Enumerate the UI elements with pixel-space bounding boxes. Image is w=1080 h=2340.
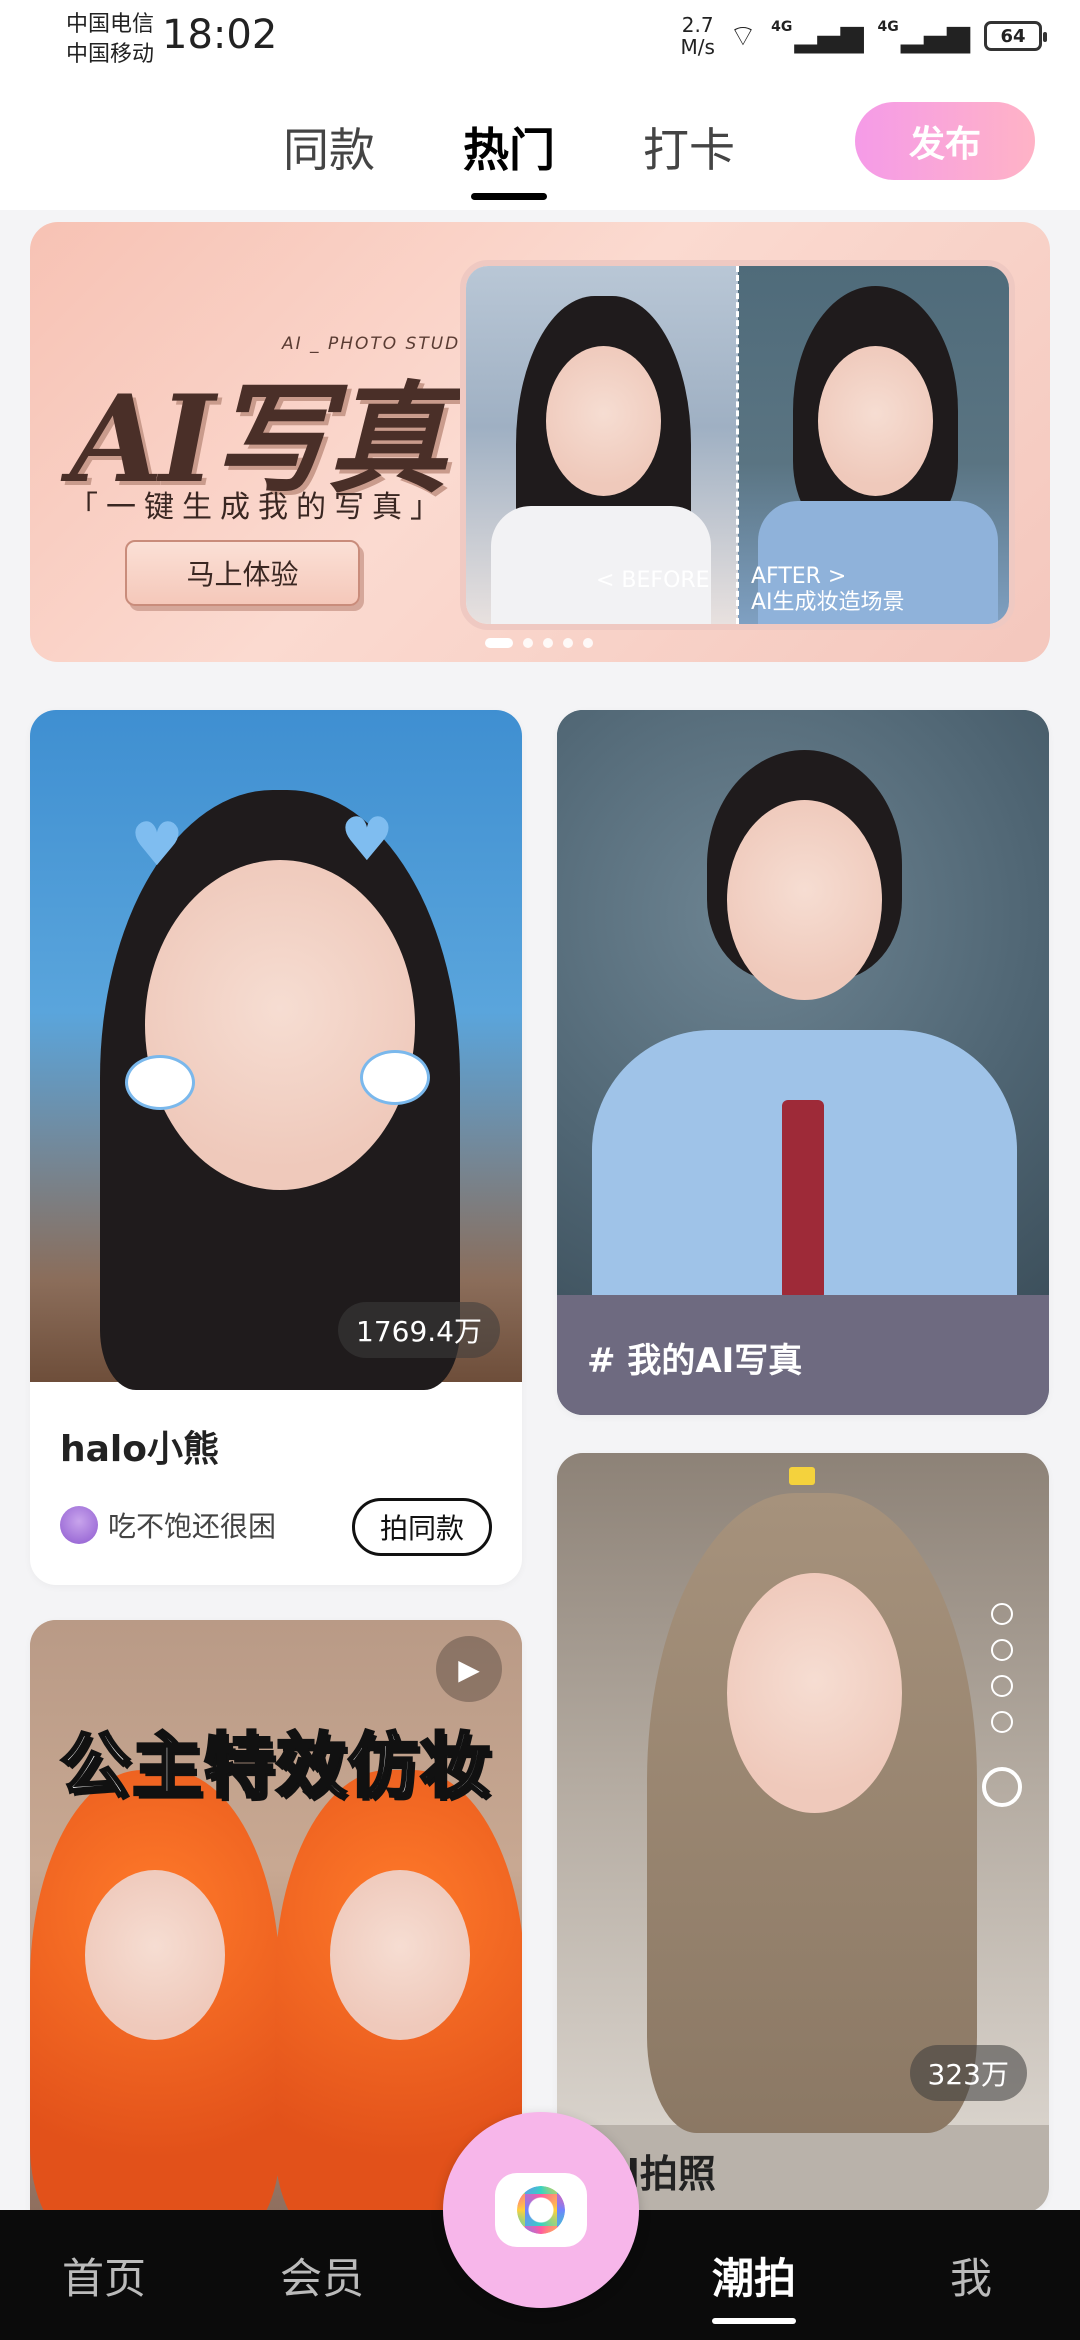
bear-sticker-icon (125, 1055, 195, 1110)
signal-icon: ▂▄▆ (794, 18, 864, 54)
author-name: 吃不饱还很困 (108, 1510, 277, 1543)
hashtag-bar[interactable]: # 我的AI写真 (557, 1295, 1049, 1415)
shoot-same-button[interactable]: 拍同款 (352, 1498, 492, 1556)
avatar (60, 1506, 98, 1544)
signal-icon: ▂▄▆ (900, 18, 970, 54)
wifi-icon: ⌔ (728, 19, 758, 54)
feed-card[interactable]: # 我的AI写真 (557, 710, 1049, 1415)
tab-popular[interactable]: 热门 (463, 114, 555, 200)
publish-button[interactable]: 发布 (855, 102, 1035, 180)
feed-scroll-area[interactable]: AI _ PHOTO STUDIO AI写真 「一键生成我的写真」 马上体验 <… (0, 210, 1080, 2210)
tab-same-style[interactable]: 同款 (283, 114, 375, 180)
carrier-info: 中国电信 中国移动 (66, 10, 154, 70)
status-bar: 中国电信 中国移动 18:02 2.7 M/s ⌔ 4G ▂▄▆ 4G ▂▄▆ … (0, 0, 1080, 80)
view-count-badge: 323万 (909, 2045, 1027, 2101)
flash-icon (789, 1467, 815, 1485)
card-photo[interactable]: ♥ ♥ (30, 710, 522, 1390)
camera-icon (495, 2173, 587, 2247)
card-photo[interactable] (30, 1620, 522, 2210)
ai-photo-banner[interactable]: AI _ PHOTO STUDIO AI写真 「一键生成我的写真」 马上体验 <… (30, 222, 1050, 662)
nav-me[interactable]: 我 (950, 2210, 992, 2340)
after-label: AFTER > AI生成妆造场景 (751, 564, 905, 615)
tab-check-in[interactable]: 打卡 (643, 114, 735, 180)
carousel-dot (583, 638, 593, 648)
carrier-1: 中国电信 (66, 12, 155, 37)
try-now-button[interactable]: 马上体验 (125, 540, 360, 606)
carousel-dot (485, 638, 513, 648)
battery-icon: 64 (984, 21, 1047, 51)
carousel-dot (543, 638, 553, 648)
nav-membership[interactable]: 会员 (280, 2210, 364, 2340)
nav-trend-shoot[interactable]: 潮拍 (712, 2210, 797, 2340)
feed-card[interactable]: 公主特效仿妆 ▶ (30, 1620, 522, 2210)
feed-card[interactable]: 323万 ad拍照 (557, 1453, 1049, 2210)
shutter-icon (982, 1767, 1022, 1807)
before-label: < BEFORE (596, 568, 710, 593)
play-icon[interactable]: ▶ (436, 1636, 502, 1702)
view-count-badge: 1769.4万 (338, 1302, 500, 1358)
card-title: halo小熊 (60, 1429, 219, 1470)
heart-icon: ♥ (130, 810, 184, 880)
video-overlay-title: 公主特效仿妆 (59, 1724, 492, 1809)
after-caption: AI生成妆造场景 (751, 590, 905, 615)
card-photo[interactable] (557, 1453, 1049, 2133)
status-icons: 2.7 M/s ⌔ 4G ▂▄▆ 4G ▂▄▆ 64 (680, 13, 1047, 59)
carrier-2: 中国移动 (66, 42, 155, 67)
network-type-1: 4G (771, 19, 793, 35)
carousel-dot (523, 638, 533, 648)
card-photo[interactable] (557, 710, 1049, 1310)
before-after-image: < BEFORE AFTER > AI生成妆造场景 (460, 260, 1015, 630)
card-author[interactable]: 吃不饱还很困 (60, 1505, 276, 1545)
network-type-2: 4G (877, 19, 899, 35)
carousel-dot (563, 638, 573, 648)
carousel-indicator (485, 638, 593, 648)
banner-tagline: 「一键生成我的写真」 (68, 490, 448, 525)
camera-controls (977, 1603, 1027, 1863)
bear-sticker-icon (360, 1050, 430, 1105)
network-speed: 2.7 M/s (680, 13, 715, 59)
necktie (782, 1100, 824, 1300)
camera-button[interactable] (443, 2112, 639, 2308)
top-tab-bar: 同款 热门 打卡 发布 (0, 80, 1080, 210)
feed-card[interactable]: ♥ ♥ 1769.4万 halo小熊 吃不饱还很困 拍同款 (30, 710, 522, 1585)
clock: 18:02 (162, 12, 278, 58)
heart-icon: ♥ (340, 805, 394, 875)
nav-home[interactable]: 首页 (62, 2210, 146, 2340)
